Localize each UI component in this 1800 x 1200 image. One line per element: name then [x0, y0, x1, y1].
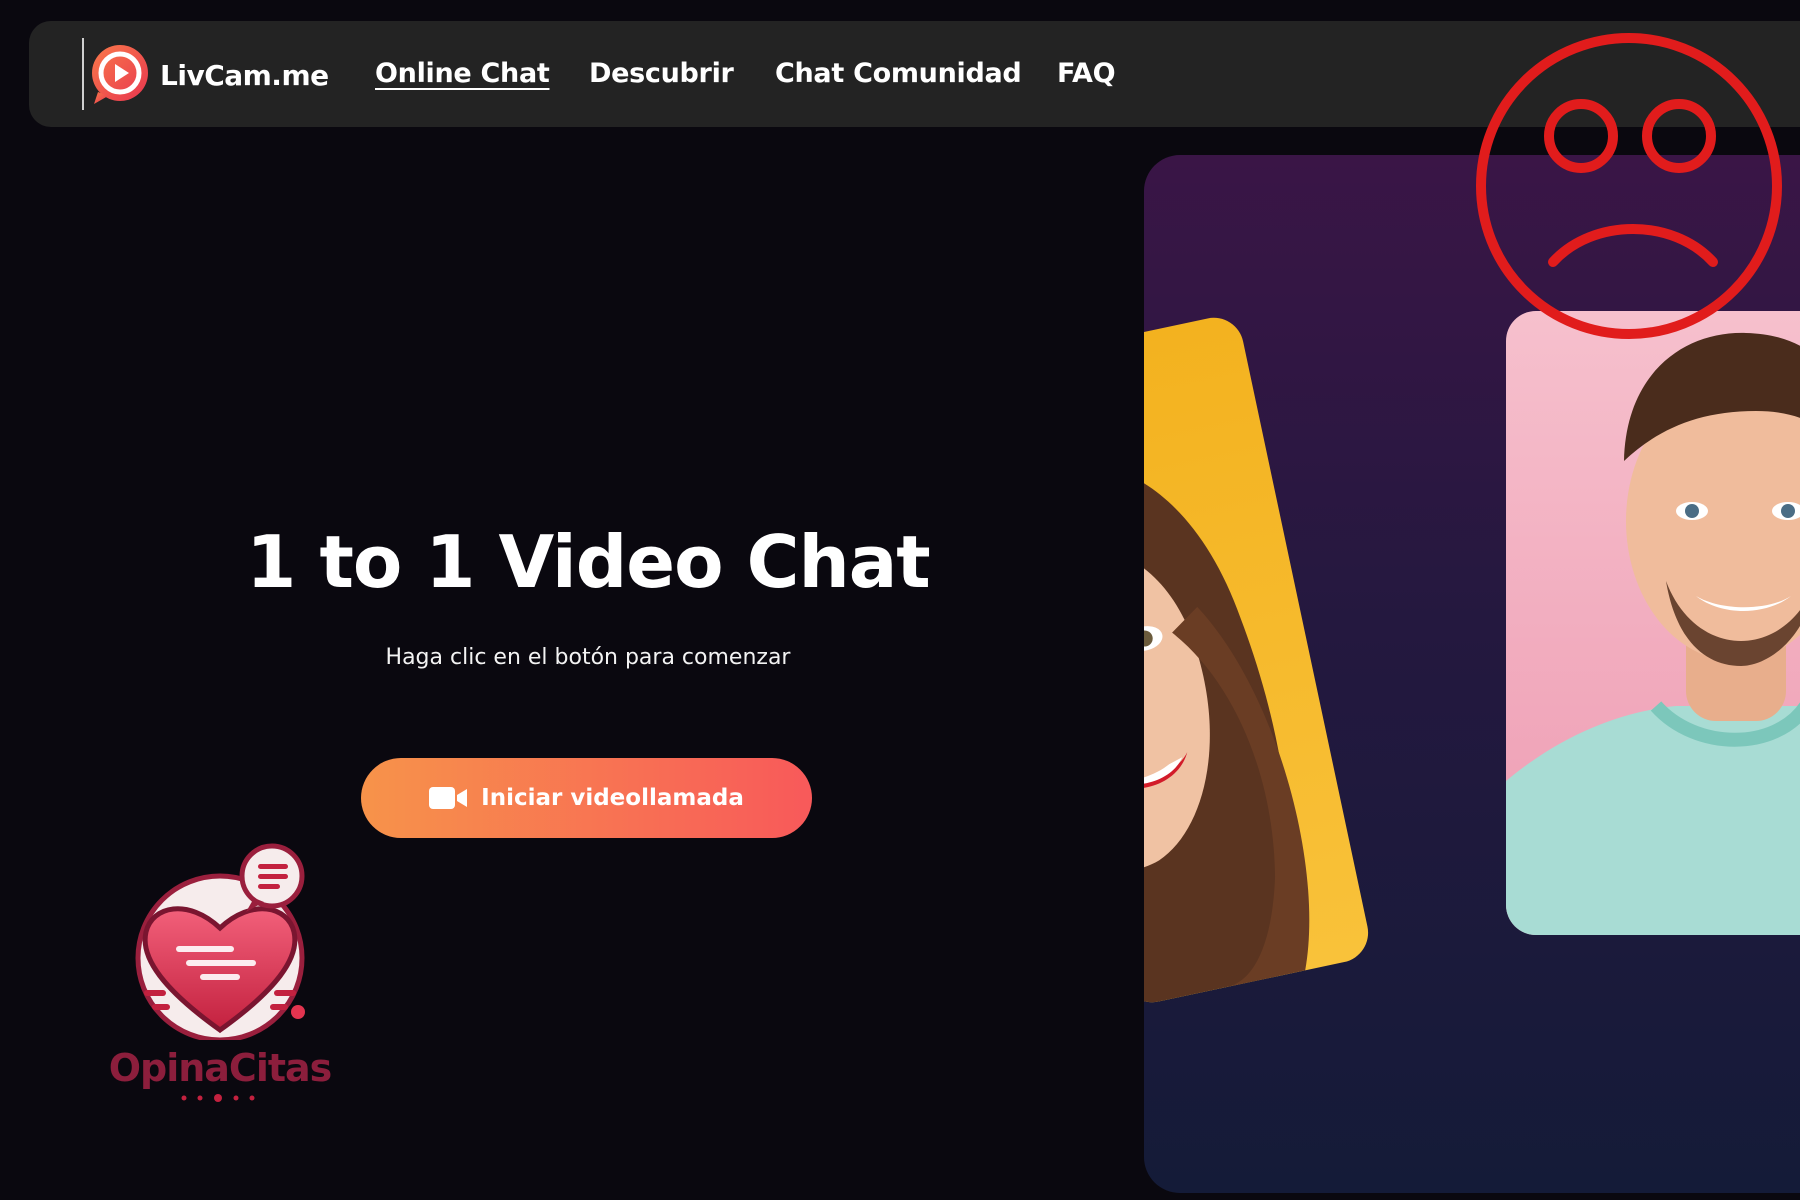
sad-face-icon: [1476, 33, 1782, 339]
page: LivCam.me Online Chat Descubrir Chat Com…: [0, 0, 1800, 1200]
opinacitas-watermark: OpinaCitas: [104, 840, 336, 1108]
nav-chat-comunidad[interactable]: Chat Comunidad: [775, 58, 1022, 89]
heart-chat-icon: [135, 843, 305, 1040]
brand-name: LivCam.me: [160, 58, 329, 92]
nav-faq[interactable]: FAQ: [1057, 58, 1116, 89]
man-photo-card: [1506, 311, 1800, 935]
livcam-logo-icon: [92, 45, 148, 104]
woman-photo-card: [1144, 312, 1374, 1008]
cta-label: Iniciar videollamada: [481, 785, 744, 811]
watermark-text: OpinaCitas: [108, 1046, 333, 1090]
nav-divider: [82, 38, 84, 110]
hero-subtitle: Haga clic en el botón para comenzar: [385, 645, 791, 670]
man-photo: [1506, 332, 1800, 935]
watermark-dots: [181, 1094, 255, 1102]
brand-link[interactable]: LivCam.me: [86, 42, 329, 108]
woman-photo: [1144, 463, 1310, 1008]
start-video-call-button[interactable]: Iniciar videollamada: [361, 758, 812, 838]
nav-descubrir[interactable]: Descubrir: [589, 58, 734, 89]
video-camera-icon: [429, 787, 468, 809]
nav-online-chat[interactable]: Online Chat: [375, 58, 550, 89]
hero-title: 1 to 1 Video Chat: [246, 520, 930, 604]
